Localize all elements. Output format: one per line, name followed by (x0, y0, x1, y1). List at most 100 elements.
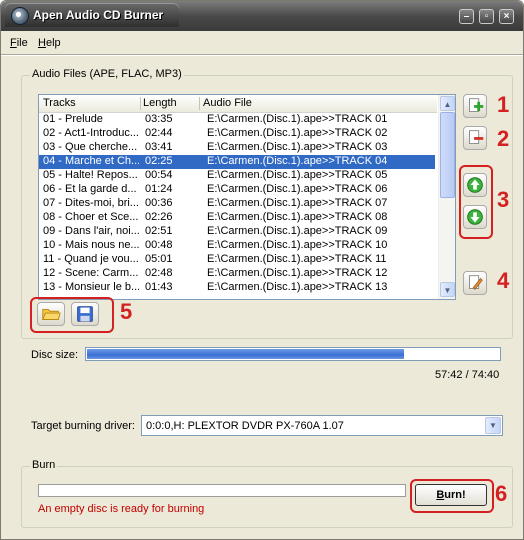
menu-bar: File Help (1, 33, 523, 53)
track-row[interactable]: 03 - Que cherche... 03:41 E:\Carmen.(Disc.… (39, 141, 435, 155)
track-file: E:\Carmen.(Disc.1).ape>>TRACK 08 (207, 211, 388, 223)
track-file: E:\Carmen.(Disc.1).ape>>TRACK 09 (207, 225, 388, 237)
disc-size-label: Disc size: (31, 349, 79, 361)
track-name: 03 - Que cherche... (43, 141, 138, 153)
chevron-down-icon[interactable]: ▼ (485, 417, 501, 434)
track-row[interactable]: 05 - Halte! Repos... 00:54 E:\Carmen.(Disc… (39, 169, 435, 183)
column-audio-file[interactable]: Audio File (203, 97, 252, 109)
target-driver-label: Target burning driver: (31, 420, 135, 432)
track-length: 02:25 (145, 155, 173, 167)
track-row[interactable]: 09 - Dans l'air, noi... 02:51 E:\Carmen.(D… (39, 225, 435, 239)
edit-file-button[interactable] (463, 271, 487, 295)
track-file: E:\Carmen.(Disc.1).ape>>TRACK 02 (207, 127, 388, 139)
remove-file-button[interactable] (463, 126, 487, 150)
track-length: 01:43 (145, 281, 173, 293)
target-driver-value: 0:0:0,H: PLEXTOR DVDR PX-760A 1.07 (146, 420, 344, 432)
track-row[interactable]: 08 - Choer et Sce... 02:26 E:\Carmen.(Disc… (39, 211, 435, 225)
track-row[interactable]: 02 - Act1-Introduc... 02:44 E:\Carmen.(Dis… (39, 127, 435, 141)
track-file: E:\Carmen.(Disc.1).ape>>TRACK 03 (207, 141, 388, 153)
track-row[interactable]: 01 - Prelude 03:35 E:\Carmen.(Disc.1).ape>… (39, 113, 435, 127)
remove-file-icon (469, 130, 484, 144)
track-name: 12 - Scene: Carm... (43, 267, 139, 279)
annotation-5: 5 (120, 299, 133, 324)
main-window: Apen Audio CD Burner – ▫ × File Help Aud… (0, 0, 524, 540)
burn-progress-bar (38, 484, 406, 497)
track-file: E:\Carmen.(Disc.1).ape>>TRACK 10 (207, 239, 388, 251)
track-name: 11 - Quand je vou... (43, 253, 139, 265)
annotation-ring-5 (30, 297, 114, 333)
window-title: Apen Audio CD Burner (33, 8, 164, 22)
restore-icon: ▫ (484, 11, 489, 22)
track-file: E:\Carmen.(Disc.1).ape>>TRACK 11 (207, 253, 387, 265)
title-bar[interactable]: Apen Audio CD Burner – ▫ × (1, 1, 523, 31)
track-name: 07 - Dites-moi, bri... (43, 197, 139, 209)
cd-app-icon (11, 7, 29, 25)
scroll-down-icon[interactable]: ▼ (440, 282, 455, 297)
burn-button[interactable]: Burn! (415, 484, 487, 506)
track-name: 09 - Dans l'air, noi... (43, 225, 139, 237)
annotation-4: 4 (497, 268, 510, 293)
menu-help-mnemonic: H (38, 37, 46, 49)
track-length: 01:24 (145, 183, 173, 195)
track-name: 05 - Halte! Repos... (43, 169, 138, 181)
target-driver-select[interactable]: 0:0:0,H: PLEXTOR DVDR PX-760A 1.07 ▼ (141, 415, 503, 436)
disc-size-bar (85, 347, 501, 361)
track-file: E:\Carmen.(Disc.1).ape>>TRACK 01 (207, 113, 388, 125)
track-name: 13 - Monsieur le b... (43, 281, 139, 293)
restore-button[interactable]: ▫ (479, 9, 494, 24)
track-file: E:\Carmen.(Disc.1).ape>>TRACK 05 (207, 169, 388, 181)
column-divider[interactable] (140, 97, 141, 110)
burn-group-label: Burn (30, 459, 58, 471)
track-row[interactable]: 11 - Quand je vou... 05:01 E:\Carmen.(Disc… (39, 253, 435, 267)
scroll-thumb[interactable] (440, 112, 455, 198)
track-file: E:\Carmen.(Disc.1).ape>>TRACK 12 (207, 267, 388, 279)
burn-button-label: urn! (444, 489, 466, 501)
track-length: 02:51 (145, 225, 173, 237)
menu-file-mnemonic: F (10, 37, 17, 49)
track-row[interactable]: 06 - Et la garde d... 01:24 E:\Carmen.(Dis… (39, 183, 435, 197)
track-length: 02:26 (145, 211, 173, 223)
track-name: 06 - Et la garde d... (43, 183, 137, 195)
track-name: 10 - Mais nous ne... (43, 239, 139, 251)
column-length[interactable]: Length (143, 97, 177, 109)
menu-help[interactable]: Help (38, 37, 61, 49)
column-divider[interactable] (199, 97, 200, 110)
track-name: 02 - Act1-Introduc... (43, 127, 139, 139)
scroll-up-icon[interactable]: ▲ (440, 96, 455, 111)
track-length: 02:44 (145, 127, 173, 139)
track-length: 00:36 (145, 197, 173, 209)
column-tracks[interactable]: Tracks (43, 97, 76, 109)
track-row[interactable]: 13 - Monsieur le b... 01:43 E:\Carmen.(Dis… (39, 281, 435, 295)
track-length: 03:41 (145, 141, 173, 153)
edit-file-icon (469, 275, 483, 290)
track-row[interactable]: 12 - Scene: Carm... 02:48 E:\Carmen.(Disc.… (39, 267, 435, 281)
annotation-3: 3 (497, 187, 510, 212)
disc-size-fill (87, 349, 404, 359)
burn-status-text: An empty disc is ready for burning (38, 503, 205, 515)
menu-help-label: elp (45, 37, 61, 49)
track-length: 03:35 (145, 113, 173, 125)
track-row[interactable]: 10 - Mais nous ne... 00:48 E:\Carmen.(Disc… (39, 239, 435, 253)
menu-file-label: ile (16, 37, 28, 49)
add-file-button[interactable] (463, 94, 487, 118)
track-name: 08 - Choer et Sce... (43, 211, 139, 223)
track-name: 01 - Prelude (43, 113, 103, 125)
close-button[interactable]: × (499, 9, 514, 24)
track-list[interactable]: Tracks Length Audio File 01 - Prelude 03:… (38, 94, 456, 300)
track-list-scrollbar[interactable]: ▲ ▼ (438, 95, 455, 299)
minimize-button[interactable]: – (459, 9, 474, 24)
add-file-icon (469, 98, 484, 112)
track-file: E:\Carmen.(Disc.1).ape>>TRACK 07 (207, 197, 388, 209)
menu-file[interactable]: File (10, 37, 28, 49)
track-length: 00:48 (145, 239, 173, 251)
track-file: E:\Carmen.(Disc.1).ape>>TRACK 04 (207, 155, 388, 167)
track-name: 04 - Marche et Ch... (43, 155, 139, 167)
track-length: 00:54 (145, 169, 173, 181)
track-length: 05:01 (145, 253, 173, 265)
title-tab: Apen Audio CD Burner (5, 3, 179, 27)
track-row[interactable]: 04 - Marche et Ch... 02:25 E:\Carmen.(Disc… (39, 155, 435, 169)
track-row[interactable]: 07 - Dites-moi, bri... 00:36 E:\Carmen.(Di… (39, 197, 435, 211)
track-length: 02:48 (145, 267, 173, 279)
minimize-icon: – (463, 11, 470, 22)
annotation-ring-3 (459, 165, 493, 239)
